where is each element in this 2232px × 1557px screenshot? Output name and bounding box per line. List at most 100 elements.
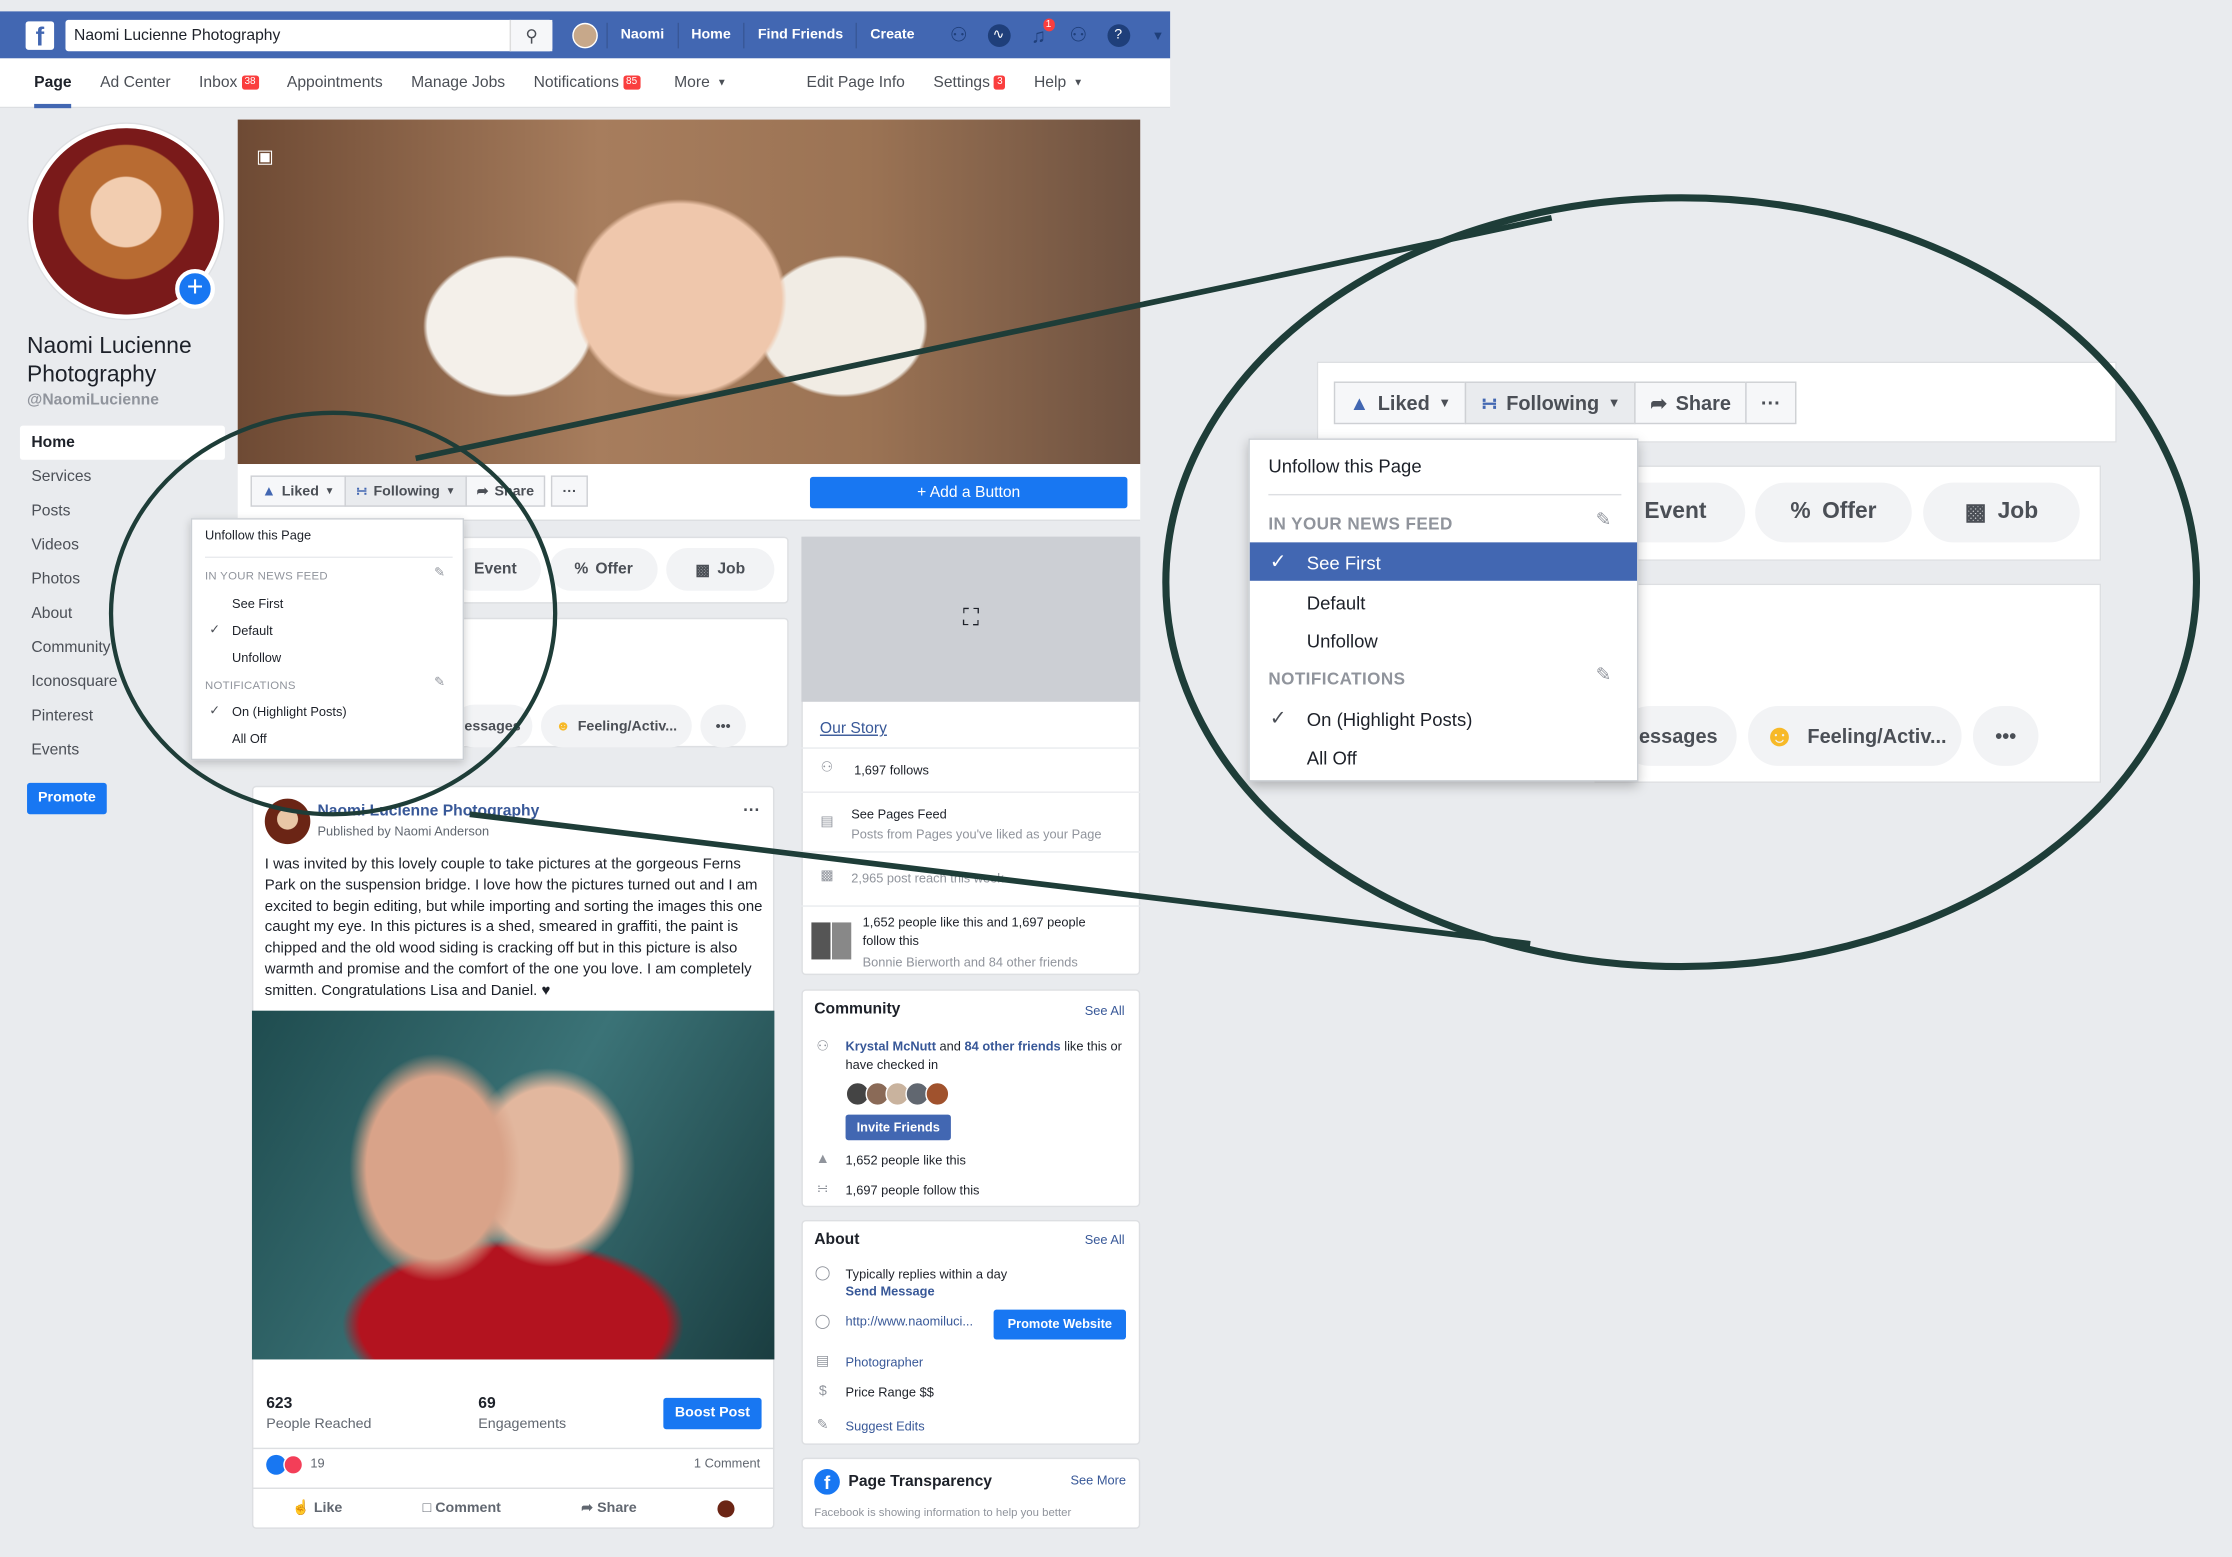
on-highlight-item[interactable]: On (Highlight Posts) (232, 705, 347, 719)
community-see-all-link[interactable]: See All (1085, 1004, 1125, 1018)
account-menu-caret-icon[interactable]: ▼ (1147, 23, 1170, 46)
search-icon[interactable]: ⚲ (509, 19, 553, 51)
zoom-messages-label: essages (1638, 724, 1718, 748)
page-handle[interactable]: @NaomiLucienne (27, 391, 159, 408)
friend-requests-icon[interactable]: ⚇ (947, 23, 970, 46)
post-options-icon[interactable]: ··· (743, 800, 760, 820)
zoom-offer-button[interactable]: % Offer (1755, 482, 1912, 543)
feeling-label: Feeling/Activ... (577, 718, 678, 734)
post-author-link[interactable]: Naomi Lucienne Photography (317, 803, 539, 820)
like-button[interactable]: ☝ Like (292, 1500, 342, 1516)
tab-help[interactable]: Help ▼ (1020, 58, 1098, 108)
zoom-job-button[interactable]: ▩ Job (1923, 482, 2080, 543)
default-item[interactable]: Default (232, 623, 273, 637)
find-friends-link[interactable]: Find Friends (743, 22, 856, 48)
zoom-default-item[interactable]: Default (1307, 592, 1366, 613)
unfollow-page-item[interactable]: Unfollow this Page (205, 528, 311, 542)
tab-notifications[interactable]: Notifications 85 (519, 58, 654, 108)
sidebar-item-services[interactable]: Services (20, 460, 225, 494)
other-friends-link[interactable]: 84 other friends (965, 1039, 1061, 1053)
avatar[interactable] (925, 1081, 950, 1107)
invite-friends-button[interactable]: Invite Friends (845, 1114, 951, 1141)
zoom-more-button[interactable]: ··· (1745, 381, 1797, 425)
promote-button[interactable]: Promote (27, 782, 107, 815)
reaction-count[interactable]: 19 (310, 1456, 324, 1470)
post-share-button[interactable]: ➦ Share (581, 1500, 636, 1516)
messenger-icon[interactable]: ∿ (987, 23, 1010, 47)
add-button-label: Add a Button (929, 483, 1021, 502)
following-button[interactable]: ∺ Following ▼ (344, 475, 467, 507)
feeling-activity-button[interactable]: ☻ Feeling/Activ... (540, 704, 692, 748)
category-link[interactable]: Photographer (846, 1354, 924, 1373)
tab-page[interactable]: Page (20, 58, 86, 108)
zoom-unfollow-item[interactable]: Unfollow (1307, 631, 1378, 652)
post-photo[interactable] (251, 1010, 775, 1360)
facebook-logo-icon[interactable]: f (25, 20, 55, 50)
tab-more[interactable]: More ▼ (660, 58, 741, 108)
suggest-edits-link[interactable]: Suggest Edits (846, 1418, 925, 1437)
post-published-by: Published by Naomi Anderson (317, 824, 490, 839)
edit-pencil-icon[interactable]: ✎ (1596, 508, 1612, 531)
add-story-photo-icon[interactable]: ⛶ (801, 536, 1141, 702)
composer-more-button[interactable]: ••• (700, 704, 746, 748)
user-link[interactable]: Naomi (606, 22, 677, 48)
zoom-see-first-item[interactable]: See First (1307, 552, 1381, 573)
zoom-following-button[interactable]: ∺ Following ▼ (1465, 381, 1637, 425)
add-photo-plus-icon[interactable]: + (175, 269, 215, 309)
zoom-feeling-button[interactable]: ☻ Feeling/Activ... (1748, 706, 1962, 766)
search-input[interactable]: Naomi Lucienne Photography ⚲ (65, 19, 553, 51)
zoom-liked-button[interactable]: ▲ Liked ▼ (1333, 381, 1467, 425)
create-offer-button[interactable]: % Offer (549, 548, 658, 591)
unfollow-item[interactable]: Unfollow (232, 651, 281, 665)
groups-icon[interactable]: ⚇ (1067, 23, 1090, 46)
about-see-all-link[interactable]: See All (1085, 1233, 1125, 1247)
share-button[interactable]: ➦ Share (465, 475, 546, 507)
create-job-button[interactable]: ▩ Job (666, 548, 775, 591)
video-camera-icon[interactable]: ▣ (256, 145, 274, 168)
liked-button[interactable]: ▲ Liked ▼ (250, 475, 346, 507)
offer-percent-icon: % (1790, 499, 1811, 524)
avatar[interactable] (572, 22, 598, 48)
comment-button[interactable]: □ Comment (423, 1500, 501, 1516)
tab-settings[interactable]: Settings 3 (919, 58, 1020, 108)
website-link[interactable]: http://www.naomiluci... (846, 1312, 973, 1331)
edit-pencil-icon[interactable]: ✎ (434, 675, 445, 691)
tab-inbox[interactable]: Inbox 38 (185, 58, 273, 108)
create-link[interactable]: Create (856, 22, 927, 48)
transparency-see-more-link[interactable]: See More (1070, 1473, 1126, 1487)
cover-photo[interactable]: ▣ (237, 119, 1141, 465)
notifications-bell-icon[interactable]: ♫ 1 (1027, 17, 1055, 46)
messages-button[interactable]: essages (452, 704, 533, 748)
our-story-link[interactable]: Our Story (820, 720, 887, 739)
zoom-composer-more-button[interactable]: ••• (1972, 706, 2039, 766)
tab-appointments[interactable]: Appointments (273, 58, 397, 108)
zoom-on-highlight-item[interactable]: On (Highlight Posts) (1307, 709, 1473, 730)
see-pages-feed-link[interactable]: See Pages Feed (851, 806, 946, 825)
add-a-button[interactable]: + Add a Button (809, 476, 1128, 509)
tab-manage-jobs[interactable]: Manage Jobs (397, 58, 519, 108)
friends-like-summary[interactable]: Bonnie Bierworth and 84 other friends (863, 954, 1078, 973)
home-link[interactable]: Home (676, 22, 744, 48)
all-off-item[interactable]: All Off (232, 732, 267, 746)
briefcase-icon: ▩ (695, 561, 711, 579)
thumbs-up-icon: ▲ (261, 483, 277, 499)
zoom-unfollow-page-item[interactable]: Unfollow this Page (1268, 456, 1421, 477)
krystal-link[interactable]: Krystal McNutt (846, 1039, 936, 1053)
help-icon[interactable]: ? (1106, 23, 1130, 47)
sidebar-item-home[interactable]: Home (19, 425, 225, 460)
edit-pencil-icon[interactable]: ✎ (434, 565, 445, 581)
see-first-item[interactable]: See First (232, 596, 283, 610)
tab-ad-center[interactable]: Ad Center (86, 58, 185, 108)
more-options-button[interactable]: ··· (551, 475, 589, 507)
post-author-avatar[interactable] (264, 798, 311, 845)
tab-edit-page-info[interactable]: Edit Page Info (792, 58, 919, 108)
zoom-share-button[interactable]: ➦ Share (1634, 381, 1747, 425)
post-as-avatar-icon[interactable] (717, 1499, 735, 1517)
edit-pencil-icon[interactable]: ✎ (1596, 663, 1612, 686)
boost-post-button[interactable]: Boost Post (663, 1397, 762, 1430)
tab-appointments-label: Appointments (286, 74, 383, 92)
zoom-all-off-item[interactable]: All Off (1307, 747, 1357, 768)
send-message-link[interactable]: Send Message (846, 1283, 935, 1302)
promote-website-button[interactable]: Promote Website (993, 1309, 1126, 1340)
comment-count[interactable]: 1 Comment (694, 1456, 760, 1470)
